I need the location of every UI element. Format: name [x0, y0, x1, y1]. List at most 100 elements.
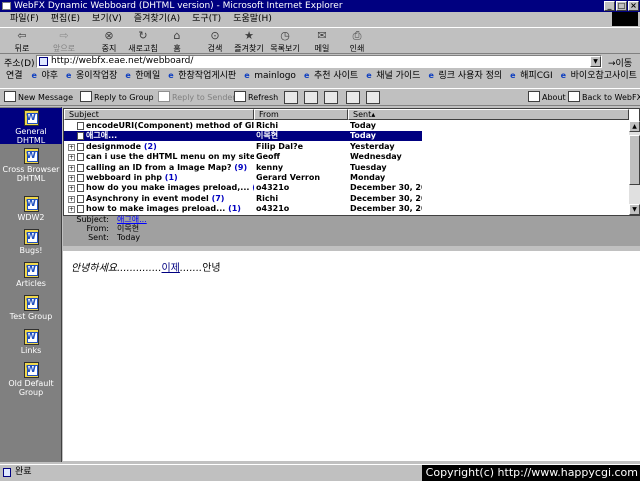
- sidebar-item-articles[interactable]: W Articles: [0, 262, 62, 288]
- table-row[interactable]: encodeURI(Component) method of Glob Rich…: [64, 121, 422, 131]
- row-sent: Today: [350, 131, 376, 141]
- expand-toggle-icon[interactable]: +: [68, 175, 75, 182]
- reply-group-icon: [80, 91, 92, 102]
- link-item[interactable]: 채널 가이드: [366, 71, 420, 81]
- favorites-button[interactable]: ★ 즐겨찾기: [232, 30, 266, 54]
- menu-favorites[interactable]: 즐겨찾기(A): [134, 14, 180, 24]
- print-button[interactable]: ⎙ 인쇄: [340, 30, 374, 54]
- links-label: 연결: [6, 71, 23, 81]
- link-item[interactable]: 추천 사이트: [304, 71, 358, 81]
- browser-toolbar: ⇦ 뒤로 ⇨ 앞으로 ⊗ 중지 ↻ 새로고침 ⌂ 홈 ⊙ 검색 ★ 즐겨찾기 ◷ 목록보기 ✉ 메…: [0, 27, 640, 54]
- column-header-from[interactable]: From: [254, 109, 348, 120]
- stop-button[interactable]: ⊗ 중지: [92, 30, 126, 54]
- sidebar-item-test-group[interactable]: W Test Group: [0, 295, 62, 321]
- link-item[interactable]: 한메일: [125, 71, 160, 81]
- table-row[interactable]: + Asynchrony in event model (7) Richi Decem…: [64, 194, 422, 204]
- link-item[interactable]: 바이오참고사이트: [561, 71, 637, 81]
- about-button[interactable]: About: [528, 91, 566, 105]
- search-button[interactable]: ⊙ 검색: [198, 30, 232, 54]
- table-row[interactable]: + how to make images preload... (1) o4321o…: [64, 204, 422, 214]
- forward-button[interactable]: ⇨ 앞으로: [47, 30, 81, 54]
- expand-all-icon[interactable]: [304, 91, 318, 104]
- menu-file[interactable]: 파일(F): [10, 14, 39, 24]
- scroll-up-icon[interactable]: ▲: [629, 121, 640, 132]
- reply-count: (2): [143, 141, 157, 151]
- table-row[interactable]: + how do you make images preload,... (2)o…: [64, 183, 422, 193]
- menu-help[interactable]: 도움말(H): [233, 14, 272, 24]
- reply-to-group-button[interactable]: Reply to Group: [80, 91, 154, 105]
- scroll-down-icon[interactable]: ▼: [629, 204, 640, 215]
- address-dropdown-button[interactable]: ▼: [590, 56, 601, 67]
- column-header-sent[interactable]: Sent▴: [348, 109, 629, 120]
- sent-value: Today: [117, 233, 141, 242]
- expand-toggle-icon[interactable]: +: [68, 164, 75, 172]
- go-button[interactable]: →이동: [608, 56, 632, 69]
- mail-button[interactable]: ✉ 메일: [305, 30, 339, 54]
- view-toggle-icon[interactable]: [284, 91, 298, 104]
- layout-full-icon[interactable]: [366, 91, 380, 104]
- sidebar-item-general-dhtml[interactable]: W General DHTML: [0, 108, 62, 145]
- sidebar-item-bugs[interactable]: W Bugs!: [0, 229, 62, 255]
- refresh-icon: ↻: [138, 29, 148, 42]
- table-row-selected[interactable]: 애그애... 이목현 Today: [64, 131, 422, 142]
- minimize-button[interactable]: _: [604, 1, 615, 11]
- expand-toggle-icon[interactable]: +: [68, 206, 75, 214]
- sidebar-item-links[interactable]: W Links: [0, 329, 62, 355]
- window-title-bar: WebFX Dynamic Webboard (DHTML version) -…: [0, 0, 640, 12]
- table-row[interactable]: + designmode (2) Filip Dal?e Yesterday: [64, 142, 422, 152]
- link-item[interactable]: 옹이작업장: [66, 71, 117, 81]
- expand-toggle-icon[interactable]: +: [68, 185, 75, 193]
- row-from: Gerard Verron: [256, 173, 321, 182]
- collapse-all-icon[interactable]: [324, 91, 338, 104]
- table-row[interactable]: + webboard in php (1) Gerard Verron Monday: [64, 173, 422, 183]
- home-button[interactable]: ⌂ 홈: [160, 30, 194, 54]
- row-subject: can i use the dHTML menu on my site ?: [86, 152, 254, 162]
- maximize-button[interactable]: □: [616, 1, 627, 11]
- table-row[interactable]: + can i use the dHTML menu on my site ? G…: [64, 152, 422, 162]
- expand-toggle-icon[interactable]: +: [68, 143, 75, 151]
- group-folder-icon: W: [23, 229, 39, 245]
- row-sent: Yesterday: [350, 141, 395, 151]
- row-from: Geoff: [256, 152, 280, 162]
- search-icon: ⊙: [210, 29, 220, 42]
- link-item[interactable]: 해피CGI: [510, 71, 552, 81]
- scroll-thumb[interactable]: [629, 135, 640, 185]
- address-input[interactable]: http://webfx.eae.net/webboard/ ▼: [36, 55, 602, 68]
- link-item[interactable]: 야후: [31, 71, 58, 81]
- refresh-button[interactable]: ↻ 새로고침: [126, 30, 160, 54]
- menu-edit[interactable]: 편집(E): [51, 14, 80, 24]
- back-to-webfx-button[interactable]: Back to WebFX: [568, 91, 640, 105]
- home-icon: ⌂: [173, 29, 181, 42]
- window-title: WebFX Dynamic Webboard (DHTML version) -…: [14, 1, 343, 11]
- sidebar-item-old-default-group[interactable]: W Old Default Group: [0, 362, 62, 397]
- column-header-subject[interactable]: Subject: [64, 109, 254, 120]
- list-scrollbar[interactable]: ▲ ▼: [629, 121, 640, 215]
- expand-toggle-icon[interactable]: +: [68, 195, 75, 203]
- row-subject: calling an ID from a Image Map? (9): [86, 162, 248, 172]
- menu-tools[interactable]: 도구(T): [192, 14, 221, 24]
- row-sent: Tuesday: [350, 162, 387, 172]
- history-button[interactable]: ◷ 목록보기: [268, 30, 302, 54]
- row-sent: Wednesday: [350, 152, 402, 162]
- refresh-board-button[interactable]: Refresh: [234, 91, 278, 105]
- table-row[interactable]: + calling an ID from a Image Map? (9) kenn…: [64, 163, 422, 173]
- menu-view[interactable]: 보기(V): [92, 14, 122, 24]
- reply-to-sender-button[interactable]: Reply to Sender: [158, 91, 236, 105]
- layout-split-icon[interactable]: [346, 91, 360, 104]
- history-icon: ◷: [280, 29, 290, 42]
- back-button[interactable]: ⇦ 뒤로: [5, 30, 39, 54]
- close-button[interactable]: ×: [628, 1, 639, 11]
- link-item[interactable]: 링크 사용자 정의: [428, 71, 502, 81]
- link-item[interactable]: 한창작업게시판: [168, 71, 236, 81]
- links-bar: 연결 야후 옹이작업장 한메일 한창작업게시판 mainlogo 추천 사이트 채널 가이드…: [0, 69, 640, 84]
- new-message-button[interactable]: New Message: [4, 91, 73, 105]
- sidebar-item-cross-browser-dhtml[interactable]: W Cross Browser DHTML: [0, 148, 62, 183]
- row-sent: Today: [350, 121, 376, 130]
- link-item[interactable]: mainlogo: [244, 71, 296, 81]
- group-folder-icon: W: [23, 148, 39, 164]
- expand-toggle-icon[interactable]: +: [68, 154, 75, 162]
- home-icon: [568, 91, 580, 102]
- row-subject: Asynchrony in event model (7): [86, 193, 225, 203]
- reply-count: (1): [164, 173, 178, 182]
- sidebar-item-wdw2[interactable]: W WDW2: [0, 196, 62, 222]
